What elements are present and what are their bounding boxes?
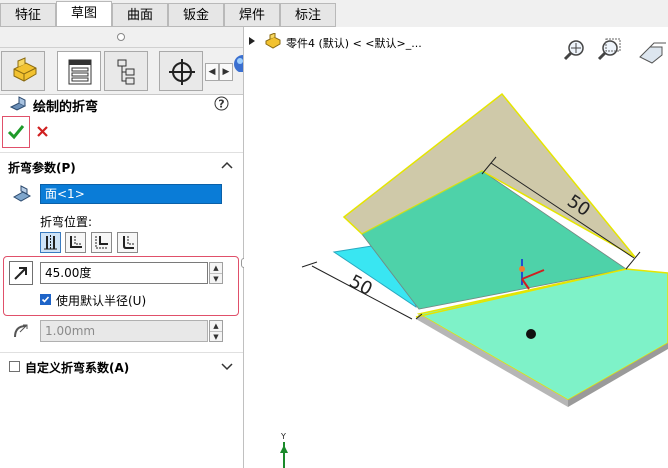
question-icon[interactable]: ? xyxy=(214,96,229,111)
tab-sketch[interactable]: 草图 xyxy=(56,1,112,27)
material-inside-icon xyxy=(70,236,82,248)
tab-scroll-right[interactable]: ▶ xyxy=(219,63,233,81)
panel-grip[interactable] xyxy=(0,27,243,48)
center-of-mass-point xyxy=(526,329,536,339)
bend-centerline-icon xyxy=(44,235,57,250)
face-selection-icon xyxy=(12,185,32,202)
sketched-bend-icon xyxy=(9,96,27,111)
cancel-button[interactable] xyxy=(36,125,49,138)
face-selection-field[interactable]: 面<1> xyxy=(40,184,222,204)
material-outside-icon xyxy=(95,236,108,249)
bend-radius-input[interactable]: 1.00mm xyxy=(40,320,208,342)
appearance-icon xyxy=(234,55,243,72)
section-divider xyxy=(0,352,243,353)
tab-surfaces[interactable]: 曲面 xyxy=(112,3,168,27)
checkmark-icon xyxy=(41,296,50,303)
bend-outside-icon xyxy=(123,236,134,249)
svg-text:?: ? xyxy=(218,98,224,111)
radius-icon xyxy=(14,324,28,338)
ok-button[interactable] xyxy=(2,116,30,148)
view-triad-label: Y xyxy=(280,432,286,441)
panel-icon-tabs: ◀ ▶ xyxy=(0,48,243,95)
angle-direction-button[interactable] xyxy=(9,261,33,285)
custom-bend-allowance-label[interactable]: 自定义折弯系数(A) xyxy=(25,359,129,376)
tab-markup[interactable]: 标注 xyxy=(280,3,336,27)
section-divider xyxy=(0,152,243,153)
triad-origin xyxy=(519,266,525,272)
config-icon xyxy=(117,59,135,85)
radius-spinner[interactable]: ▲ ▼ xyxy=(209,320,223,342)
tab-weldments[interactable]: 焊件 xyxy=(224,3,280,27)
dimxpert-tab[interactable] xyxy=(159,51,203,91)
feature-title: 绘制的折弯 xyxy=(33,100,99,115)
use-default-radius-label[interactable]: 使用默认半径(U) xyxy=(56,292,146,309)
spin-up-icon[interactable]: ▲ xyxy=(210,321,222,332)
command-manager-tabs: 特征 草图 曲面 钣金 焊件 标注 xyxy=(0,0,668,27)
spin-down-icon[interactable]: ▼ xyxy=(210,332,222,342)
feature-manager-tab[interactable] xyxy=(1,51,45,91)
bend-angle-input[interactable]: 45.00度 xyxy=(40,262,208,284)
tab-features[interactable]: 特征 xyxy=(0,3,56,27)
material-inside-button[interactable] xyxy=(65,232,86,253)
sheet-metal-model[interactable]: 50 50 Y xyxy=(244,27,668,468)
bend-position-label: 折弯位置: xyxy=(40,215,93,229)
graphics-area[interactable]: 零件4 (默认) < <默认>_... 50 50 Y xyxy=(244,27,668,468)
view-triad-arrow xyxy=(280,445,288,453)
spin-down-icon[interactable]: ▼ xyxy=(210,274,222,284)
spin-up-icon[interactable]: ▲ xyxy=(210,263,222,274)
configuration-manager-tab[interactable] xyxy=(104,51,148,91)
use-default-radius-checkbox[interactable] xyxy=(40,294,51,305)
property-manager-tab[interactable] xyxy=(57,51,101,91)
appearance-tab[interactable] xyxy=(233,54,243,72)
target-icon xyxy=(169,59,195,85)
property-icon xyxy=(68,59,92,85)
custom-bend-allowance-checkbox[interactable] xyxy=(9,361,20,372)
check-icon xyxy=(7,125,25,140)
material-outside-button[interactable] xyxy=(91,232,112,253)
angle-arrow-icon xyxy=(14,267,27,280)
angle-spinner[interactable]: ▲ ▼ xyxy=(209,262,223,284)
part-icon xyxy=(13,57,37,82)
collapse-icon[interactable] xyxy=(221,160,233,170)
tab-scroll-left[interactable]: ◀ xyxy=(205,63,219,81)
grip-dot[interactable] xyxy=(117,33,125,41)
bend-params-header[interactable]: 折弯参数(P) xyxy=(8,159,76,176)
bend-outside-button[interactable] xyxy=(117,232,138,253)
bend-centerline-button[interactable] xyxy=(40,232,61,253)
property-manager-panel: ◀ ▶ 绘制的折弯 ? 折弯参数(P) 面<1> 折弯位置: 45.00度 ▲ … xyxy=(0,27,243,468)
tab-sheet-metal[interactable]: 钣金 xyxy=(168,3,224,27)
expand-icon[interactable] xyxy=(221,362,233,372)
